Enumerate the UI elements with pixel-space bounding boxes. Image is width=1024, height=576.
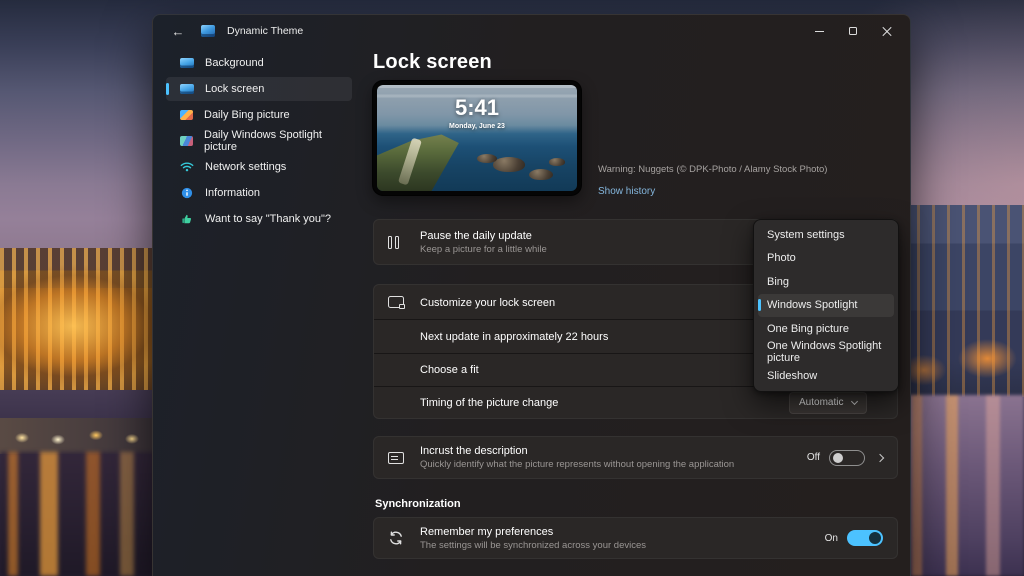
preview-rock	[549, 158, 565, 165]
sidebar-item-daily-bing[interactable]: Daily Bing picture	[166, 103, 352, 127]
customize-screen-icon	[388, 296, 410, 308]
maximize-button[interactable]	[836, 15, 870, 47]
wifi-icon	[180, 161, 194, 173]
thumbs-up-icon	[180, 213, 194, 225]
sidebar-item-background[interactable]: Background	[166, 51, 352, 75]
sidebar: Background Lock screen Daily Bing pictur…	[166, 51, 352, 233]
incrust-toggle[interactable]	[829, 450, 865, 466]
row-subtitle: The settings will be synchronized across…	[420, 540, 646, 551]
dropdown-item-bing[interactable]: Bing	[758, 270, 894, 294]
back-button[interactable]: ←	[167, 20, 189, 42]
row-title: Next update in approximately 22 hours	[420, 331, 608, 343]
incrust-description-row[interactable]: Incrust the description Quickly identify…	[373, 436, 898, 479]
sidebar-item-information[interactable]: Information	[166, 181, 352, 205]
sidebar-item-label: Daily Windows Spotlight picture	[204, 129, 352, 153]
close-button[interactable]	[870, 15, 904, 47]
wallpaper-left-road	[0, 418, 162, 454]
row-title: Pause the daily update	[420, 230, 547, 242]
timing-combobox[interactable]: Automatic	[789, 392, 867, 414]
preview-date: Monday, June 23	[377, 123, 577, 130]
toggle-state-label: Off	[807, 452, 820, 463]
combobox-value: Automatic	[799, 397, 843, 408]
show-history-link[interactable]: Show history	[598, 186, 655, 197]
caption-buttons	[802, 15, 904, 47]
row-title: Remember my preferences	[420, 526, 646, 538]
sidebar-item-label: Network settings	[205, 161, 286, 173]
dropdown-item-label: Slideshow	[767, 370, 817, 382]
source-dropdown-flyout: System settings Photo Bing Windows Spotl…	[753, 219, 899, 392]
minimize-icon	[815, 31, 824, 32]
desktop: ← Dynamic Theme Background Lock screen	[0, 0, 1024, 576]
dropdown-item-one-windows-spotlight-picture[interactable]: One Windows Spotlight picture	[758, 341, 894, 365]
spotlight-picture-icon	[180, 136, 193, 146]
dropdown-item-label: System settings	[767, 229, 845, 241]
sidebar-item-label: Want to say "Thank you"?	[205, 213, 331, 225]
preview-time: 5:41	[377, 95, 577, 121]
preview-rock	[529, 169, 553, 181]
dropdown-item-label: One Bing picture	[767, 323, 849, 335]
sidebar-item-label: Information	[205, 187, 260, 199]
wallpaper-left-building	[0, 248, 162, 390]
dropdown-item-label: One Windows Spotlight picture	[767, 340, 894, 364]
app-icon	[201, 25, 215, 37]
pause-icon	[388, 236, 410, 249]
dropdown-item-windows-spotlight[interactable]: Windows Spotlight	[758, 294, 894, 318]
info-icon	[180, 187, 194, 199]
row-title: Timing of the picture change	[420, 397, 558, 409]
minimize-button[interactable]	[802, 15, 836, 47]
sidebar-item-daily-spotlight[interactable]: Daily Windows Spotlight picture	[166, 129, 352, 153]
sidebar-item-label: Lock screen	[205, 83, 264, 95]
sidebar-item-label: Background	[205, 57, 264, 69]
image-credit-text: Warning: Nuggets (© DPK-Photo / Alamy St…	[598, 164, 827, 175]
remember-toggle[interactable]	[847, 530, 883, 546]
toggle-knob	[869, 532, 881, 544]
row-title: Incrust the description	[420, 445, 734, 457]
row-title: Choose a fit	[420, 364, 479, 376]
close-icon	[882, 26, 892, 36]
preview-rock	[493, 157, 525, 172]
chevron-right-icon	[876, 453, 884, 461]
dropdown-item-system-settings[interactable]: System settings	[758, 223, 894, 247]
sidebar-item-network[interactable]: Network settings	[166, 155, 352, 179]
preview-clock: 5:41 Monday, June 23	[377, 95, 577, 130]
lock-screen-icon	[180, 84, 194, 94]
dropdown-item-label: Photo	[767, 252, 796, 264]
background-icon	[180, 58, 194, 68]
dropdown-item-label: Windows Spotlight	[767, 299, 858, 311]
sidebar-item-thank-you[interactable]: Want to say "Thank you"?	[166, 207, 352, 231]
selection-accent-bar	[758, 299, 761, 311]
row-subtitle: Quickly identify what the picture repres…	[420, 459, 734, 470]
sync-icon	[388, 531, 410, 545]
bing-picture-icon	[180, 110, 193, 120]
toggle-knob	[833, 453, 843, 463]
row-title: Customize your lock screen	[420, 297, 555, 309]
wallpaper-right-water	[902, 395, 1024, 576]
dropdown-item-photo[interactable]: Photo	[758, 247, 894, 271]
toggle-state-label: On	[825, 533, 838, 544]
remember-preferences-row[interactable]: Remember my preferences The settings wil…	[373, 517, 898, 559]
sidebar-item-lock-screen[interactable]: Lock screen	[166, 77, 352, 101]
dropdown-item-slideshow[interactable]: Slideshow	[758, 364, 894, 388]
app-title: Dynamic Theme	[227, 25, 303, 37]
page-title: Lock screen	[373, 51, 492, 74]
selection-accent-bar	[166, 83, 169, 95]
dropdown-item-label: Bing	[767, 276, 789, 288]
description-icon	[388, 452, 410, 464]
dropdown-item-one-bing-picture[interactable]: One Bing picture	[758, 317, 894, 341]
chevron-down-icon	[851, 398, 858, 405]
section-header-synchronization: Synchronization	[375, 498, 461, 510]
wallpaper-left-water	[0, 452, 162, 576]
row-subtitle: Keep a picture for a little while	[420, 244, 547, 255]
wallpaper-right-buildings	[902, 205, 1024, 397]
preview-image: 5:41 Monday, June 23	[377, 85, 577, 191]
titlebar: ← Dynamic Theme	[153, 15, 910, 47]
sidebar-item-label: Daily Bing picture	[204, 109, 290, 121]
maximize-icon	[849, 27, 857, 35]
lock-screen-preview: 5:41 Monday, June 23	[373, 81, 581, 195]
app-window: ← Dynamic Theme Background Lock screen	[152, 14, 911, 576]
